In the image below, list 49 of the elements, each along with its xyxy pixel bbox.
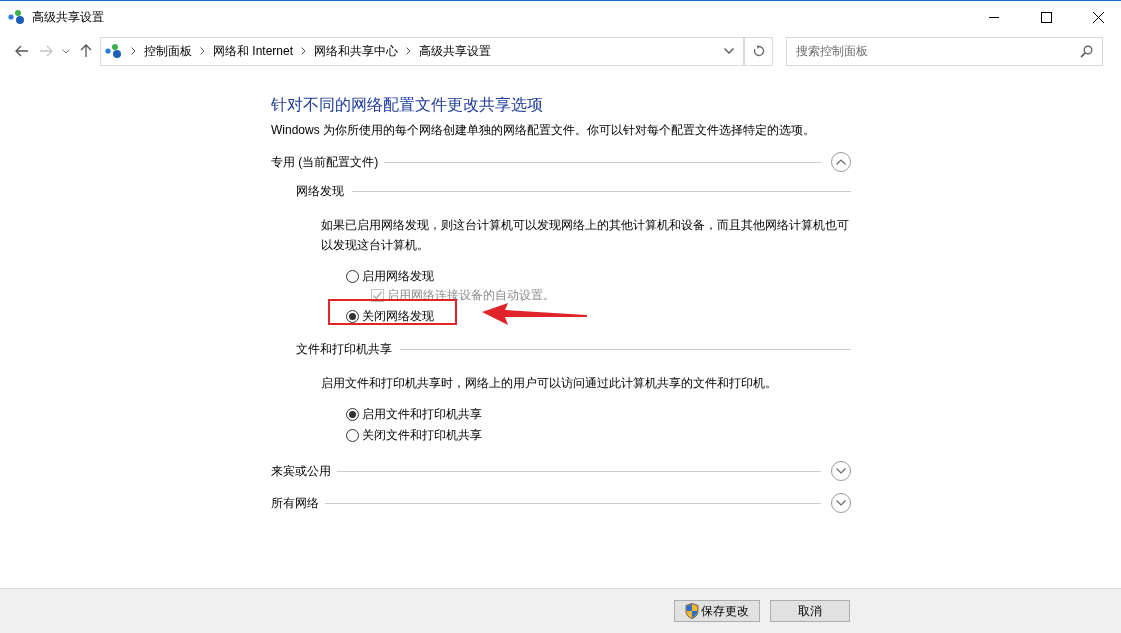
group-description: 如果已启用网络发现，则这台计算机可以发现网络上的其他计算机和设备，而且其他网络计算机也可以发现这台计算机。 bbox=[320, 217, 850, 254]
chevron-down-icon bbox=[62, 48, 70, 54]
search-icon bbox=[1080, 44, 1093, 58]
chevron-down-icon bbox=[836, 500, 846, 506]
chevron-down-icon bbox=[723, 48, 734, 54]
cancel-button[interactable]: 取消 bbox=[770, 600, 850, 622]
maximize-icon bbox=[1040, 11, 1052, 23]
radio-label[interactable]: 关闭文件和打印机共享 bbox=[362, 426, 482, 444]
chevron-down-icon bbox=[836, 468, 846, 474]
radio-button[interactable] bbox=[346, 428, 359, 442]
forward-arrow-icon bbox=[39, 45, 53, 57]
radio-button[interactable] bbox=[346, 309, 359, 323]
window-title: 高级共享设置 bbox=[32, 8, 105, 26]
group-title: 文件和打印机共享 bbox=[296, 340, 392, 358]
breadcrumb-item[interactable]: 控制面板 bbox=[144, 42, 192, 60]
network-icon bbox=[105, 43, 123, 59]
address-bar[interactable]: 控制面板 网络和 Internet 网络和共享中心 高级共享设置 bbox=[100, 36, 745, 66]
radio-label[interactable]: 启用文件和打印机共享 bbox=[362, 405, 482, 423]
chevron-icon bbox=[200, 47, 205, 55]
breadcrumb-item[interactable]: 网络和 Internet bbox=[213, 42, 294, 60]
back-arrow-icon bbox=[15, 45, 29, 57]
chevron-icon bbox=[406, 47, 412, 55]
group-title: 网络发现 bbox=[296, 182, 344, 200]
refresh-icon bbox=[752, 45, 765, 57]
section-title: 所有网络 bbox=[271, 494, 319, 512]
radio-button[interactable] bbox=[346, 269, 359, 283]
page-description: Windows 为你所使用的每个网络创建单独的网络配置文件。你可以针对每个配置文件选择特定的选项。 bbox=[271, 122, 816, 139]
page-heading: 针对不同的网络配置文件更改共享选项 bbox=[271, 95, 544, 115]
close-icon bbox=[1092, 11, 1104, 23]
radio-button[interactable] bbox=[346, 407, 359, 421]
expand-button[interactable] bbox=[831, 493, 851, 513]
group-description: 启用文件和打印机共享时，网络上的用户可以访问通过此计算机共享的文件和打印机。 bbox=[320, 375, 778, 392]
radio-label[interactable]: 关闭网络发现 bbox=[362, 307, 434, 325]
chevron-up-icon bbox=[836, 159, 846, 165]
chevron-icon bbox=[131, 47, 136, 55]
section-title: 来宾或公用 bbox=[271, 462, 331, 480]
collapse-button[interactable] bbox=[831, 152, 851, 172]
app-icon bbox=[8, 9, 26, 25]
radio-label[interactable]: 启用网络发现 bbox=[362, 267, 434, 285]
expand-button[interactable] bbox=[831, 461, 851, 481]
breadcrumb-item[interactable]: 高级共享设置 bbox=[419, 42, 492, 60]
search-field[interactable]: 搜索控制面板 bbox=[786, 36, 1103, 66]
chevron-icon bbox=[301, 47, 307, 55]
breadcrumb-item[interactable]: 网络和共享中心 bbox=[314, 42, 399, 60]
refresh-button[interactable] bbox=[745, 36, 773, 66]
up-arrow-icon bbox=[80, 44, 92, 58]
section-title: 专用 (当前配置文件) bbox=[271, 153, 379, 171]
shield-icon bbox=[685, 603, 699, 619]
save-button[interactable]: 保存更改 bbox=[674, 600, 760, 622]
